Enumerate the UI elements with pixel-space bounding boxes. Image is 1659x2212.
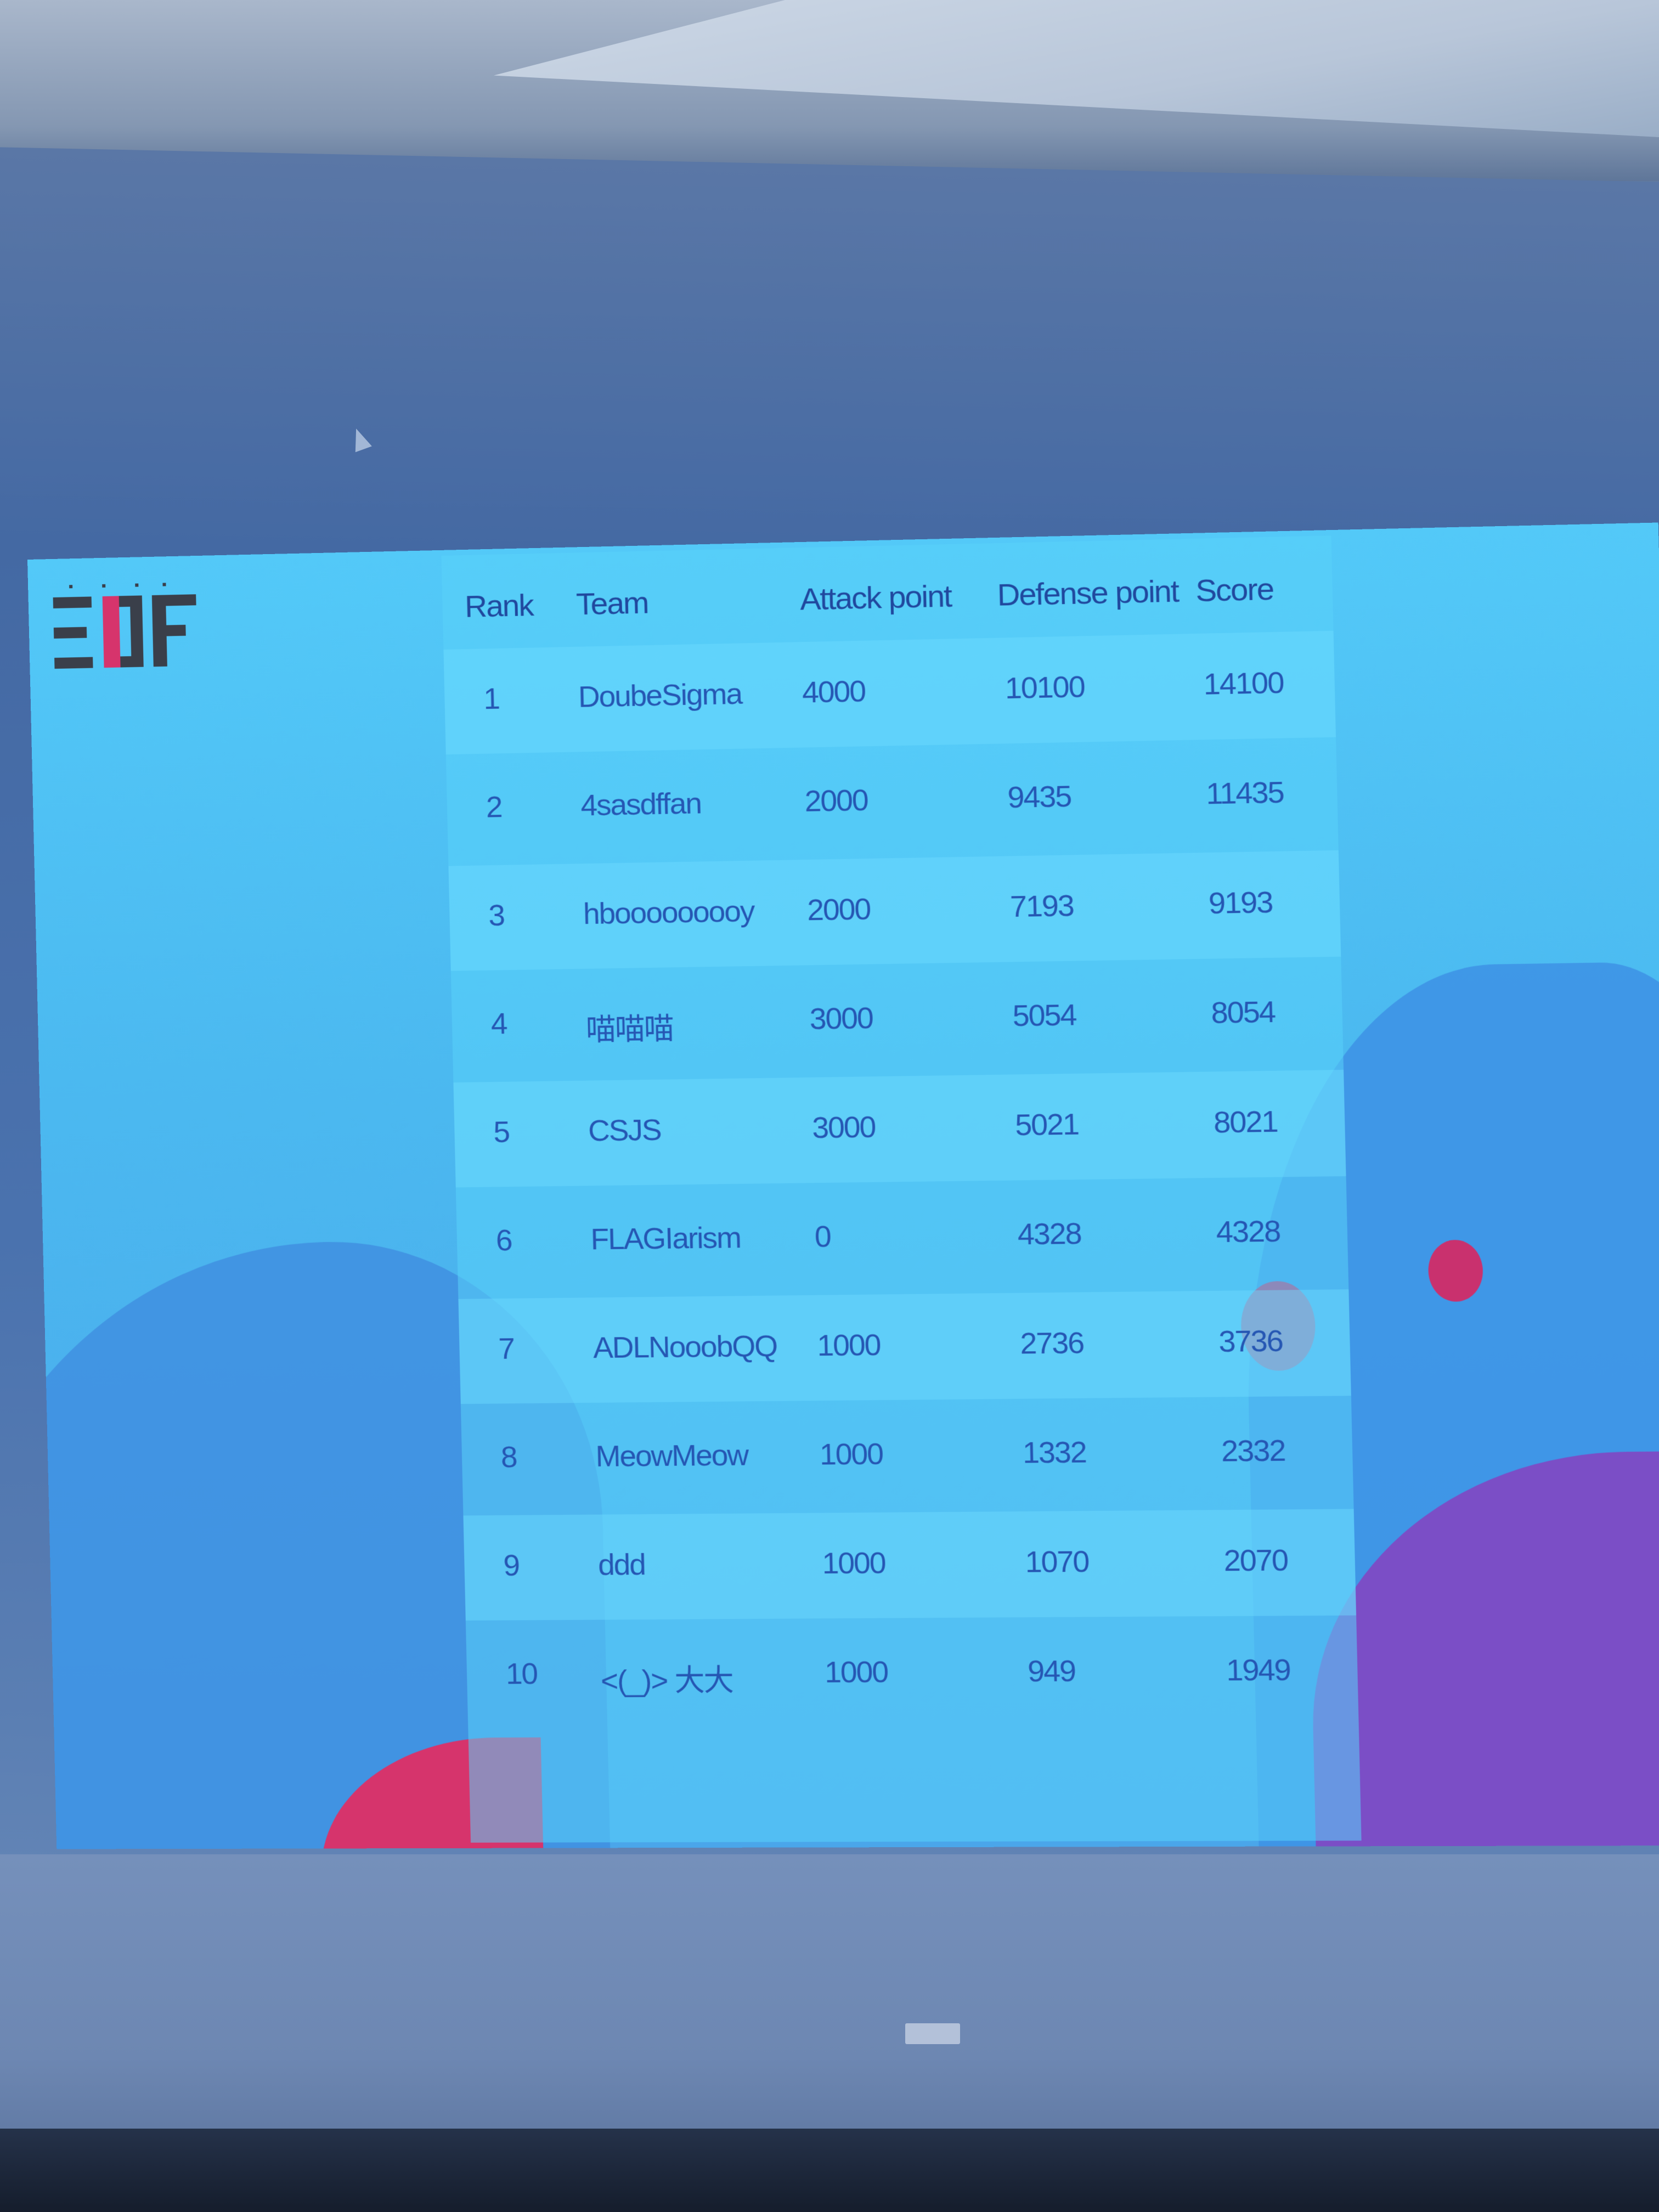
header-rank: Rank [464, 587, 534, 624]
cell-team: <(_)> 大大 [600, 1663, 733, 1698]
photo-scene: Rank Team Attack point Defense point Sco… [0, 0, 1659, 2212]
cell-rank: 1 [483, 682, 500, 716]
table-row: 4 喵喵喵 3000 5054 8054 [451, 960, 1344, 1079]
cell-attack-point: 1000 [821, 1546, 886, 1581]
cell-defense-point: 1070 [1024, 1545, 1090, 1579]
cell-team: FLAGIarism [590, 1221, 741, 1256]
cell-defense-point: 1332 [1022, 1435, 1087, 1470]
table-row: 3 hbooooooooy 2000 7193 9193 [448, 850, 1341, 971]
header-team: Team [575, 585, 649, 622]
cell-attack-point: 1000 [824, 1655, 888, 1689]
header-score: Score [1195, 571, 1274, 608]
table-header-row: Rank Team Attack point Defense point Sco… [442, 552, 1333, 639]
eof-logo-icon [53, 583, 196, 669]
cell-defense-point: 9435 [1007, 780, 1071, 815]
cell-defense-point: 4328 [1017, 1217, 1082, 1251]
cell-score: 11435 [1205, 775, 1284, 811]
screen-bottom-bar [0, 2129, 1659, 2212]
cell-attack-point: 3000 [809, 1001, 873, 1036]
cell-team: hbooooooooy [583, 894, 755, 931]
table-row: 8 MeowMeow 1000 1332 2332 [461, 1399, 1353, 1512]
cell-rank: 10 [505, 1657, 538, 1691]
table-row: 7 ADLNooobQQ 1000 2736 3736 [458, 1289, 1351, 1404]
cell-rank: 4 [490, 1007, 507, 1041]
cell-score: 2070 [1223, 1543, 1288, 1578]
cell-rank: 2 [486, 790, 503, 824]
cell-score: 8021 [1213, 1104, 1278, 1139]
cell-team: MeowMeow [595, 1438, 748, 1474]
cell-team: 4sasdffan [580, 786, 702, 822]
cell-defense-point: 2736 [1019, 1326, 1084, 1361]
table-row: 6 FLAGIarism 0 4328 4328 [456, 1180, 1348, 1296]
cell-rank: 6 [495, 1223, 512, 1257]
table-row: 10 <(_)> 大大 1000 949 1949 [466, 1619, 1359, 1729]
cell-team: 喵喵喵 [585, 1012, 674, 1047]
cell-defense-point: 7193 [1009, 889, 1074, 924]
cell-rank: 5 [493, 1115, 510, 1149]
header-defense-point: Defense point [996, 573, 1179, 612]
cell-team: ddd [597, 1548, 646, 1582]
cell-score: 14100 [1203, 665, 1284, 702]
cell-score: 3736 [1218, 1324, 1283, 1359]
cell-rank: 8 [500, 1440, 517, 1474]
cell-score: 4328 [1216, 1214, 1280, 1249]
cell-team: CSJS [588, 1113, 662, 1148]
cell-attack-point: 3000 [811, 1110, 876, 1145]
table-row: 1 DoubeSigma 4000 10100 14100 [443, 630, 1336, 755]
cell-defense-point: 5021 [1014, 1107, 1079, 1142]
header-attack-point: Attack point [799, 578, 952, 617]
cell-score: 8054 [1210, 995, 1276, 1030]
table-row: 5 CSJS 3000 5021 8021 [453, 1069, 1346, 1188]
cell-defense-point: 949 [1027, 1654, 1076, 1689]
cell-team: ADLNooobQQ [592, 1329, 777, 1365]
table-row: 2 4sasdffan 2000 9435 11435 [446, 741, 1339, 863]
cell-attack-point: 0 [814, 1220, 831, 1254]
cell-rank: 7 [498, 1332, 515, 1365]
cell-score: 9193 [1208, 885, 1273, 921]
cell-attack-point: 1000 [819, 1437, 883, 1471]
screen-pull-tab [905, 2023, 960, 2044]
cell-score: 2332 [1221, 1434, 1286, 1468]
cell-defense-point: 10100 [1005, 670, 1085, 706]
cell-rank: 9 [503, 1549, 520, 1582]
cell-team: DoubeSigma [578, 677, 742, 714]
cell-rank: 3 [488, 899, 505, 933]
cell-attack-point: 1000 [816, 1328, 881, 1363]
table-row: 9 ddd 1000 1070 2070 [463, 1509, 1357, 1621]
cell-attack-point: 2000 [804, 783, 868, 819]
cell-defense-point: 5054 [1012, 998, 1077, 1033]
cell-attack-point: 4000 [802, 674, 866, 709]
scoreboard-table: Rank Team Attack point Defense point Sco… [441, 535, 1362, 1843]
cell-attack-point: 2000 [806, 892, 871, 927]
cell-score: 1949 [1226, 1653, 1291, 1688]
scoreboard-slide: Rank Team Attack point Defense point Sco… [27, 522, 1659, 1849]
